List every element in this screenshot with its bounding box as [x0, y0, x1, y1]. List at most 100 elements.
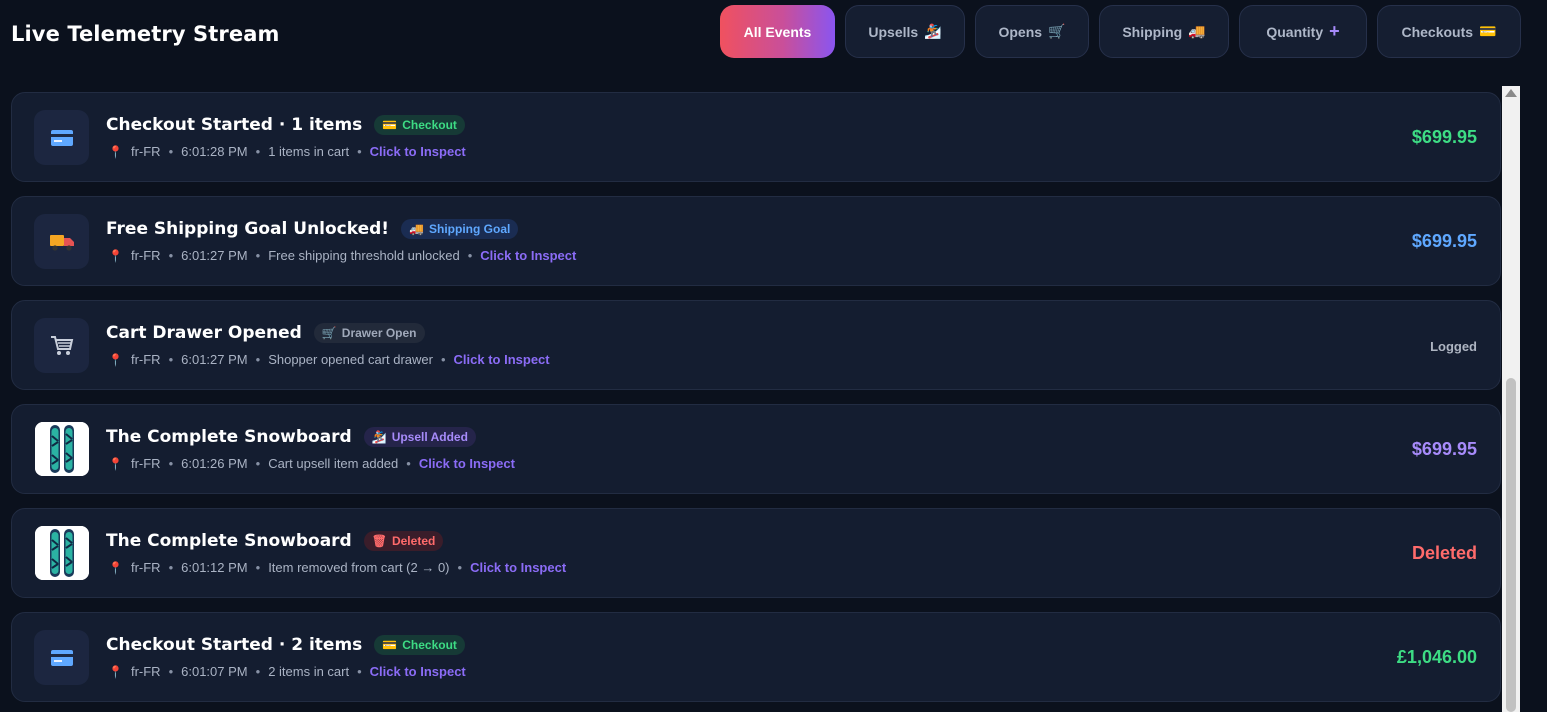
inspect-link[interactable]: Click to Inspect — [370, 144, 466, 159]
filter-label: Quantity — [1266, 23, 1324, 40]
event-title: Checkout Started · 1 items — [106, 115, 363, 135]
truck-icon: 🚚 — [1188, 23, 1206, 39]
event-time: 6:01:27 PM — [181, 352, 248, 367]
separator-dot: • — [255, 248, 261, 263]
event-detail: 1 items in cart — [268, 144, 350, 159]
event-locale: fr-FR — [130, 664, 161, 679]
event-title: Checkout Started · 2 items — [106, 635, 363, 655]
cart-icon — [34, 318, 89, 373]
filter-label: Checkouts — [1401, 23, 1474, 40]
location-pin-icon: 📍 — [108, 664, 123, 679]
separator-dot: • — [255, 560, 261, 575]
separator-dot: • — [406, 456, 411, 471]
scrollbar[interactable] — [1502, 86, 1520, 712]
filter-shipping-button[interactable]: Shipping 🚚 — [1099, 5, 1229, 58]
event-title: Free Shipping Goal Unlocked! — [106, 219, 390, 239]
separator-dot: • — [457, 560, 463, 575]
separator-dot: • — [168, 352, 174, 367]
event-title: The Complete Snowboard — [106, 531, 352, 551]
event-locale: fr-FR — [130, 352, 161, 367]
separator-dot: • — [168, 560, 174, 575]
event-type-badge: 🗑 Deleted — [363, 531, 444, 551]
cart-icon: 🛒 — [321, 326, 337, 340]
event-value: $699.95 — [1411, 127, 1477, 147]
event-headline: Cart Drawer Opened 🛒 Drawer Open — [106, 323, 425, 343]
event-card[interactable]: Checkout Started · 1 items 💳 Checkout 📍 … — [11, 92, 1501, 182]
inspect-link[interactable]: Click to Inspect — [470, 560, 566, 575]
event-detail: Cart upsell item added — [268, 456, 399, 471]
separator-dot: • — [255, 456, 261, 471]
plus-icon: + — [1329, 21, 1340, 41]
event-meta: 📍 fr-FR • 6:01:12 PM • Item removed from… — [108, 560, 566, 575]
event-feed: Checkout Started · 1 items 💳 Checkout 📍 … — [11, 92, 1501, 712]
filter-upsells-button[interactable]: Upsells 🏂 — [845, 5, 965, 58]
event-type-badge: 🛒 Drawer Open — [313, 323, 425, 343]
event-headline: Checkout Started · 2 items 💳 Checkout — [106, 635, 465, 655]
separator-dot: • — [168, 248, 174, 263]
event-time: 6:01:12 PM — [181, 560, 248, 575]
event-detail: Free shipping threshold unlocked — [268, 248, 460, 263]
product-thumbnail — [35, 526, 89, 580]
event-value: $699.95 — [1411, 439, 1477, 459]
page-title: Live Telemetry Stream — [11, 22, 280, 46]
filter-label: Shipping — [1122, 23, 1183, 40]
credit-card-icon: 💳 — [382, 638, 398, 652]
event-detail: Shopper opened cart drawer — [268, 352, 433, 367]
event-card[interactable]: Cart Drawer Opened 🛒 Drawer Open 📍 fr-FR… — [11, 300, 1501, 390]
event-meta: 📍 fr-FR • 6:01:26 PM • Cart upsell item … — [108, 456, 515, 471]
event-card[interactable]: Free Shipping Goal Unlocked! 🚚 Shipping … — [11, 196, 1501, 286]
inspect-link[interactable]: Click to Inspect — [370, 664, 466, 679]
event-headline: The Complete Snowboard 🏂 Upsell Added — [106, 427, 476, 447]
inspect-link[interactable]: Click to Inspect — [480, 248, 576, 263]
filter-all-events-button[interactable]: All Events — [720, 5, 835, 58]
event-type-badge: 💳 Checkout — [374, 635, 465, 655]
trash-icon: 🗑 — [371, 534, 387, 548]
event-title: The Complete Snowboard — [106, 427, 352, 447]
filter-label: Opens — [998, 23, 1043, 40]
event-meta: 📍 fr-FR • 6:01:27 PM • Free shipping thr… — [108, 248, 576, 263]
location-pin-icon: 📍 — [108, 248, 123, 263]
inspect-link[interactable]: Click to Inspect — [454, 352, 550, 367]
truck-icon — [34, 214, 89, 269]
separator-dot: • — [357, 144, 362, 159]
location-pin-icon: 📍 — [108, 144, 123, 159]
event-time: 6:01:28 PM — [181, 144, 248, 159]
event-value: Logged — [1430, 339, 1477, 354]
event-time: 6:01:26 PM — [181, 456, 248, 471]
location-pin-icon: 📍 — [108, 352, 123, 367]
location-pin-icon: 📍 — [108, 560, 123, 575]
event-type-badge: 🚚 Shipping Goal — [401, 219, 519, 239]
event-locale: fr-FR — [130, 560, 161, 575]
scroll-up-arrow-icon[interactable] — [1505, 89, 1517, 97]
event-card[interactable]: The Complete Snowboard 🗑 Deleted 📍 fr-FR… — [11, 508, 1501, 598]
event-card[interactable]: The Complete Snowboard 🏂 Upsell Added 📍 … — [11, 404, 1501, 494]
event-title: Cart Drawer Opened — [106, 323, 302, 343]
inspect-link[interactable]: Click to Inspect — [419, 456, 515, 471]
badge-label: Deleted — [391, 534, 436, 548]
snowboarder-icon: 🏂 — [371, 430, 387, 444]
filter-label: All Events — [743, 23, 812, 40]
credit-card-icon — [34, 630, 89, 685]
badge-label: Shipping Goal — [429, 222, 511, 236]
filter-checkouts-button[interactable]: Checkouts 💳 — [1377, 5, 1521, 58]
separator-dot: • — [440, 352, 446, 367]
separator-dot: • — [168, 144, 174, 159]
filter-quantity-button[interactable]: Quantity + — [1239, 5, 1367, 58]
separator-dot: • — [255, 144, 261, 159]
event-detail: Item removed from cart (2 → 0) — [268, 560, 450, 575]
event-card[interactable]: Checkout Started · 2 items 💳 Checkout 📍 … — [11, 612, 1501, 702]
cart-icon: 🛒 — [1048, 23, 1066, 39]
event-meta: 📍 fr-FR • 6:01:28 PM • 1 items in cart •… — [108, 144, 466, 159]
credit-card-icon: 💳 — [382, 118, 398, 132]
event-locale: fr-FR — [130, 248, 161, 263]
filter-opens-button[interactable]: Opens 🛒 — [975, 5, 1089, 58]
badge-label: Upsell Added — [391, 430, 468, 444]
event-headline: Free Shipping Goal Unlocked! 🚚 Shipping … — [106, 219, 519, 239]
badge-label: Checkout — [402, 118, 457, 132]
scrollbar-thumb[interactable] — [1506, 378, 1516, 712]
location-pin-icon: 📍 — [108, 456, 123, 471]
snowboarder-icon: 🏂 — [924, 23, 942, 39]
separator-dot: • — [357, 664, 362, 679]
event-locale: fr-FR — [130, 144, 161, 159]
event-time: 6:01:27 PM — [181, 248, 248, 263]
